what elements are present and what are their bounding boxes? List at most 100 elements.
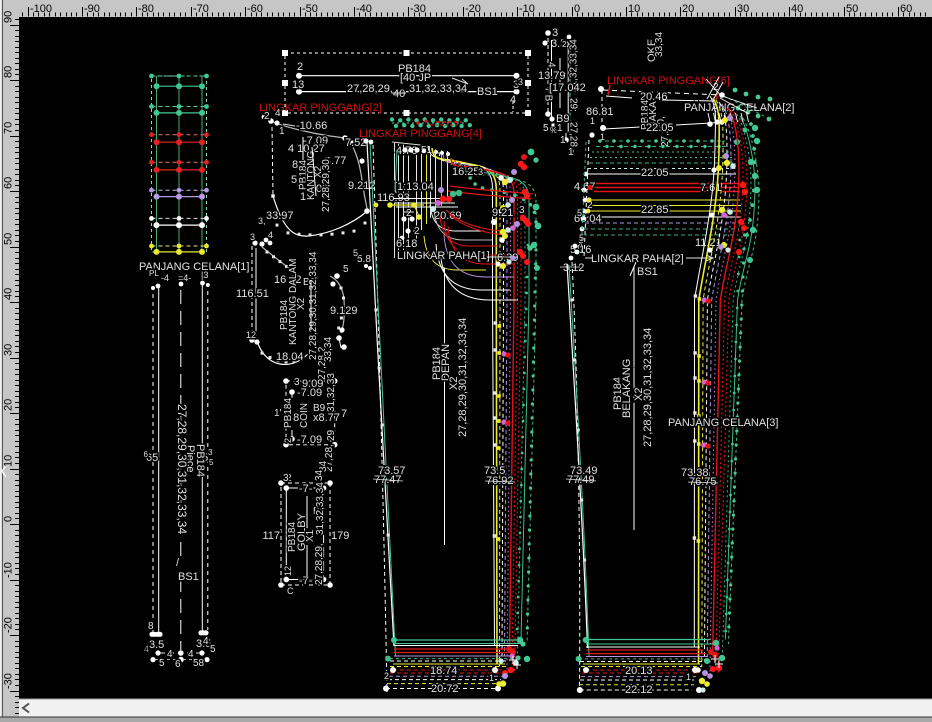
svg-text:22.85: 22.85 (641, 204, 669, 216)
svg-text:31,32,33,34: 31,32,33,34 (409, 83, 467, 95)
svg-text:16.25: 16.25 (452, 166, 480, 178)
svg-text:1: 1 (557, 123, 563, 134)
svg-text:PANJANG CELANA[3]: PANJANG CELANA[3] (668, 417, 778, 429)
svg-text:7: 7 (341, 408, 347, 420)
svg-text:BS1: BS1 (477, 86, 498, 98)
svg-text:18.04: 18.04 (276, 351, 304, 363)
svg-text:[17.042: [17.042 (549, 82, 586, 94)
svg-text:12: 12 (246, 330, 256, 340)
svg-text:20: 20 (3, 399, 15, 411)
svg-text:0: 0 (3, 516, 15, 522)
svg-text:20.72: 20.72 (431, 683, 459, 695)
svg-text:-60: -60 (247, 3, 263, 15)
svg-text:30: 30 (3, 344, 15, 356)
svg-text:40: 40 (791, 3, 803, 15)
svg-text:5.8: 5.8 (357, 254, 371, 265)
svg-text:9.21: 9.21 (492, 207, 513, 219)
svg-text:|3: |3 (201, 270, 208, 280)
svg-text:27,28: 27,28 (568, 122, 579, 147)
svg-text:2: 2 (384, 671, 389, 681)
svg-text:-40: -40 (356, 3, 372, 15)
svg-text:117: 117 (262, 530, 280, 542)
svg-text:LINGKAR PAHA[1]: LINGKAR PAHA[1] (397, 250, 490, 262)
svg-text:116.51: 116.51 (236, 288, 269, 300)
svg-text:LINGKAR PINGGANG[4]: LINGKAR PINGGANG[4] (359, 128, 482, 140)
svg-text:27,28,29,30,: 27,28,29,30, (321, 156, 332, 212)
svg-text:BS1: BS1 (637, 266, 658, 278)
svg-text:2: 2 (283, 438, 293, 443)
svg-text:-50: -50 (302, 3, 318, 15)
svg-text:5: 5 (353, 248, 358, 258)
svg-text:179: 179 (331, 530, 349, 542)
svg-text:3: 3 (283, 473, 289, 484)
svg-text:60: 60 (3, 177, 15, 189)
svg-text:4: 4 (144, 644, 149, 654)
svg-text:1: 1 (560, 135, 566, 146)
svg-text:58: 58 (193, 658, 205, 669)
svg-text:27,28,29,30,31,32,33,34: 27,28,29,30,31,32,33,34 (457, 318, 469, 437)
svg-text:6: 6 (175, 659, 181, 670)
svg-text:6: 6 (144, 450, 149, 459)
svg-text:-80: -80 (138, 3, 154, 15)
svg-text:31,32,33: 31,32,33 (326, 373, 337, 412)
svg-text:8: 8 (148, 621, 154, 632)
svg-text:1': 1' (274, 408, 282, 419)
svg-text:COIN: COIN (299, 403, 310, 428)
svg-text:22.05: 22.05 (641, 167, 669, 179)
svg-text:PB184: PB184 (283, 398, 294, 428)
svg-text:DEPAN: DEPAN (440, 344, 452, 381)
svg-text:50: 50 (3, 233, 15, 245)
svg-text:1: 1 (590, 116, 595, 126)
svg-text:33.97: 33.97 (266, 210, 294, 222)
svg-text:-90: -90 (84, 3, 100, 15)
svg-text:29: 29 (326, 429, 337, 441)
svg-text:27,28,29,30,31,32,33,34: 27,28,29,30,31,32,33,34 (308, 251, 319, 360)
svg-text:4: 4 (275, 108, 281, 119)
svg-text:3.12: 3.12 (563, 262, 584, 274)
svg-text:2: 2 (414, 226, 420, 237)
svg-text:22.05: 22.05 (646, 122, 674, 134)
svg-text:-10: -10 (3, 562, 15, 578)
svg-text:80: 80 (3, 66, 15, 78)
svg-text:6.18: 6.18 (396, 238, 417, 250)
svg-text:33,34: 33,34 (323, 337, 334, 362)
svg-text:3.5: 3.5 (149, 639, 164, 651)
svg-text:27,28,29,: 27,28,29, (314, 543, 325, 585)
svg-text:3: 3 (208, 448, 213, 457)
svg-text:3: 3 (519, 205, 525, 216)
svg-text:-7-: -7- (299, 483, 313, 495)
svg-text:4: 4 (203, 636, 209, 647)
svg-text:3,: 3, (258, 216, 266, 226)
svg-text:2: 2 (297, 61, 303, 73)
svg-text:5: 5 (210, 644, 216, 655)
svg-text:1: 1 (568, 147, 574, 158)
svg-text:B9: B9 (313, 403, 326, 414)
svg-text:BS1: BS1 (178, 571, 199, 583)
svg-text:5: 5 (543, 123, 549, 134)
svg-text:34: 34 (314, 469, 325, 481)
svg-text:-70: -70 (193, 3, 209, 15)
svg-text:3: 3 (518, 77, 523, 87)
svg-text:5: 5 (209, 458, 214, 467)
svg-text:PL: PL (149, 269, 159, 278)
svg-text:31,32,33,34: 31,32,33,34 (315, 482, 326, 535)
svg-text:5: 5 (291, 174, 297, 186)
svg-text:1: 1 (686, 672, 691, 682)
svg-text:2: 2 (264, 111, 270, 122)
svg-text:20.13: 20.13 (625, 665, 653, 677)
svg-text:-7.09: -7.09 (297, 434, 322, 446)
svg-text:10: 10 (628, 3, 640, 15)
svg-text:C: C (287, 586, 294, 596)
svg-text:7.61: 7.61 (700, 182, 721, 194)
svg-text:3: 3 (478, 167, 483, 177)
svg-text:50: 50 (846, 3, 858, 15)
svg-text:5: 5 (159, 658, 165, 669)
svg-text:9.129: 9.129 (330, 305, 358, 317)
svg-text:22.12: 22.12 (625, 684, 653, 696)
svg-text:BELAKANG: BELAKANG (621, 359, 633, 418)
svg-text:4: 4 (167, 649, 173, 660)
svg-text:27,28,29,30,31,32,33,34: 27,28,29,30,31,32,33,34 (175, 404, 189, 534)
svg-text:-20: -20 (3, 617, 15, 633)
svg-text:27,28,29,30,31,32,33,34: 27,28,29,30,31,32,33,34 (642, 328, 654, 447)
svg-text:29:: 29: (568, 98, 579, 112)
